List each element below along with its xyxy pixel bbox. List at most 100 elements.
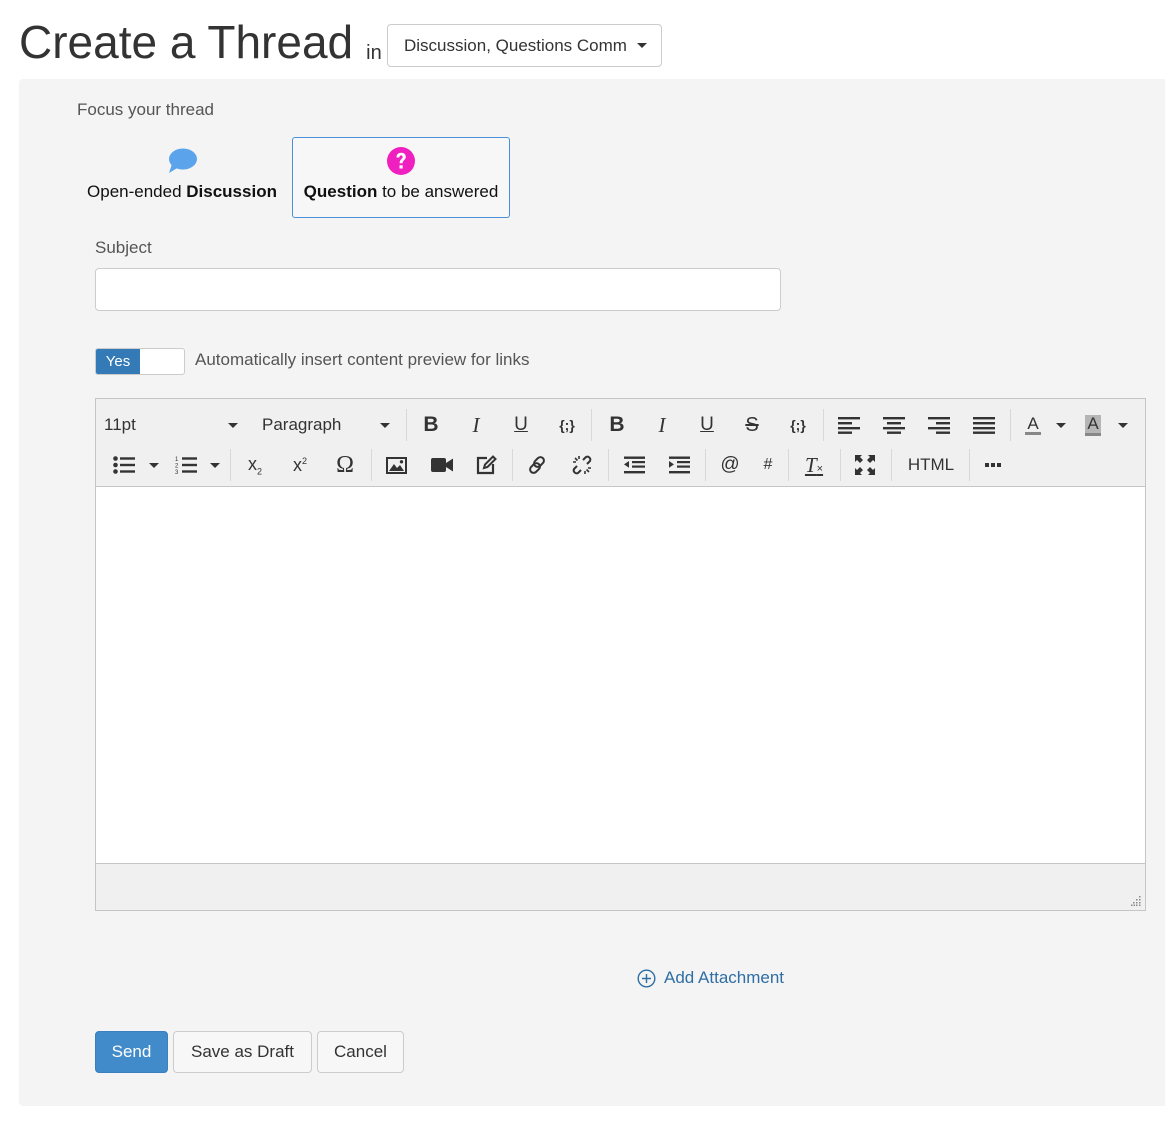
outdent-button[interactable] <box>623 445 645 485</box>
code-button[interactable]: {;} <box>552 405 582 445</box>
hashtag-icon: # <box>763 456 773 473</box>
bold-button[interactable]: B <box>418 405 444 445</box>
thread-type-discussion[interactable]: Open-ended Discussion <box>80 137 284 218</box>
align-left-icon <box>838 417 860 434</box>
toolbar-divider <box>891 449 892 481</box>
italic-button-2[interactable]: I <box>649 405 675 445</box>
chevron-down-icon <box>380 422 390 428</box>
focus-label: Focus your thread <box>77 100 215 119</box>
superscript-icon: x2 <box>292 454 307 475</box>
indent-icon <box>668 456 690 474</box>
code-icon: {;} <box>559 417 575 433</box>
bold-button-2[interactable]: B <box>604 405 630 445</box>
image-icon <box>385 456 407 474</box>
toolbar-divider <box>512 449 513 481</box>
toolbar-divider <box>823 409 824 441</box>
subject-label: Subject <box>95 238 152 257</box>
resize-handle-icon[interactable] <box>1131 896 1141 906</box>
superscript-button[interactable]: x2 <box>289 445 311 485</box>
send-button[interactable]: Send <box>95 1031 168 1073</box>
cancel-button[interactable]: Cancel <box>317 1031 404 1073</box>
svg-text:1: 1 <box>175 457 179 463</box>
forum-select-value: Discussion, Questions Comm <box>404 35 627 55</box>
edit-button[interactable] <box>475 445 497 485</box>
fullscreen-button[interactable] <box>854 445 876 485</box>
align-justify-icon <box>973 417 995 434</box>
insert-link-button[interactable] <box>526 445 548 485</box>
font-size-select[interactable]: 11pt <box>104 405 244 445</box>
subject-input[interactable] <box>95 268 781 311</box>
link-preview-toggle[interactable]: Yes <box>95 348 185 375</box>
page-title: Create a Thread <box>19 16 354 68</box>
link-icon <box>529 456 545 474</box>
underline-button-2[interactable]: U <box>694 405 720 445</box>
font-size-value: 11pt <box>104 415 136 434</box>
fullscreen-icon <box>855 455 875 475</box>
chevron-down-icon[interactable] <box>1118 423 1128 428</box>
toolbar-divider <box>1010 409 1011 441</box>
text-color-button[interactable]: A <box>1022 405 1044 445</box>
clear-formatting-button[interactable]: T× <box>802 445 826 485</box>
italic-button[interactable]: I <box>463 405 489 445</box>
insert-image-button[interactable] <box>385 445 407 485</box>
subscript-icon: x2 <box>247 453 262 477</box>
underline-button[interactable]: U <box>508 405 534 445</box>
hashtag-button[interactable]: # <box>758 445 778 485</box>
block-format-select[interactable]: Paragraph <box>262 405 396 445</box>
underline-icon: U <box>700 414 714 435</box>
editor-content-area[interactable] <box>96 487 1145 863</box>
toolbar-divider <box>788 449 789 481</box>
svg-text:3: 3 <box>175 470 179 475</box>
bullet-list-icon <box>113 456 135 474</box>
background-color-button[interactable]: A <box>1082 405 1104 445</box>
chevron-down-icon[interactable] <box>210 463 220 468</box>
toolbar-divider <box>591 409 592 441</box>
numbered-list-icon: 123 <box>175 457 197 475</box>
numbered-list-button[interactable]: 123 <box>175 445 197 485</box>
subscript-button[interactable]: x2 <box>244 445 266 485</box>
toolbar-divider <box>705 449 706 481</box>
align-justify-button[interactable] <box>972 405 996 445</box>
in-label: in <box>366 42 382 64</box>
toolbar-divider <box>230 449 231 481</box>
chevron-down-icon[interactable] <box>149 463 159 468</box>
align-right-button[interactable] <box>927 405 951 445</box>
forum-select-dropdown[interactable]: Discussion, Questions Comm <box>387 24 662 67</box>
video-camera-icon <box>431 458 453 472</box>
editor-toolbar: 11pt Paragraph B I U {;} B I U S {;} A A… <box>96 399 1145 487</box>
align-left-button[interactable] <box>837 405 861 445</box>
indent-button[interactable] <box>668 445 690 485</box>
bullet-list-button[interactable] <box>113 445 135 485</box>
strikethrough-button[interactable]: S <box>739 405 765 445</box>
mention-button[interactable]: @ <box>718 445 742 485</box>
more-button[interactable] <box>982 445 1004 485</box>
align-center-icon <box>883 417 905 434</box>
align-center-button[interactable] <box>882 405 906 445</box>
more-icon <box>985 463 1001 467</box>
toolbar-divider <box>406 409 407 441</box>
speech-bubble-icon <box>166 146 198 176</box>
strikethrough-icon: S <box>745 413 759 436</box>
edit-icon <box>476 455 497 475</box>
add-attachment-link[interactable]: Add Attachment <box>637 968 784 988</box>
code-button-2[interactable]: {;} <box>783 405 813 445</box>
text-color-icon: A <box>1025 414 1041 435</box>
save-draft-button[interactable]: Save as Draft <box>173 1031 312 1073</box>
add-attachment-label: Add Attachment <box>664 968 785 987</box>
underline-icon: U <box>514 414 528 435</box>
insert-video-button[interactable] <box>430 445 454 485</box>
rich-text-editor: 11pt Paragraph B I U {;} B I U S {;} A A… <box>95 398 1146 911</box>
special-character-button[interactable]: Ω <box>332 445 358 485</box>
toolbar-divider <box>840 449 841 481</box>
link-preview-label: Automatically insert content preview for… <box>195 350 530 369</box>
page-header: Create a Thread in <box>19 14 382 70</box>
svg-text:2: 2 <box>175 464 179 470</box>
unlink-button[interactable] <box>571 445 593 485</box>
chevron-down-icon <box>637 43 647 48</box>
toolbar-divider <box>608 449 609 481</box>
thread-type-question[interactable]: Question to be answered <box>292 137 510 218</box>
plus-circle-icon <box>637 968 656 988</box>
html-source-button[interactable]: HTML <box>904 445 958 485</box>
block-format-value: Paragraph <box>262 415 342 434</box>
chevron-down-icon[interactable] <box>1056 423 1066 428</box>
